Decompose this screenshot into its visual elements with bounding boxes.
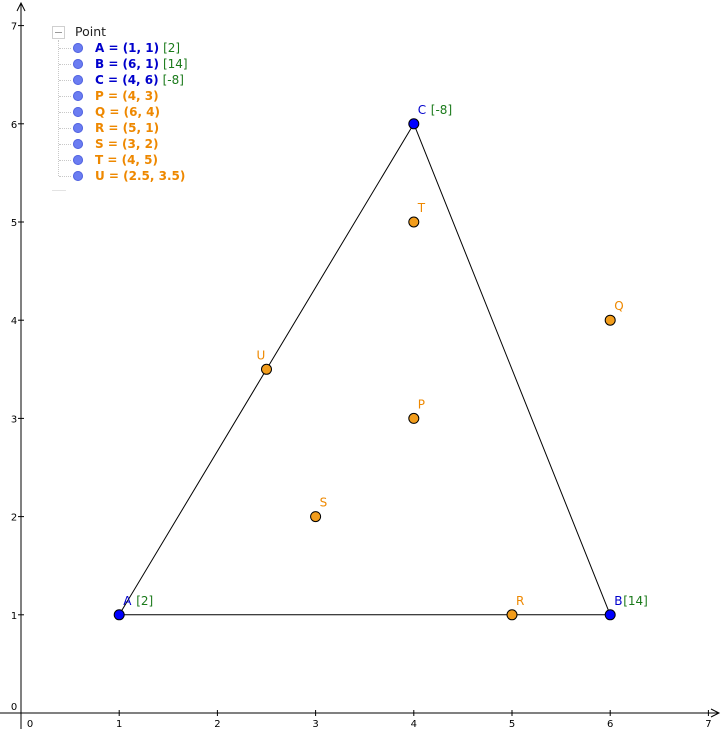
triangle-abc — [118, 123, 611, 616]
algebra-item[interactable]: U = (2.5, 3.5) — [50, 168, 188, 184]
algebra-item-tag: [2] — [163, 41, 181, 55]
point-u[interactable] — [261, 363, 272, 375]
visibility-toggle-icon[interactable] — [73, 171, 83, 181]
algebra-item-definition: B = (6, 1) — [95, 57, 159, 71]
algebra-item[interactable]: Q = (6, 4) — [50, 104, 188, 120]
point-label: S — [320, 496, 328, 510]
visibility-toggle-icon[interactable] — [73, 107, 83, 117]
algebra-item[interactable]: C = (4, 6) [-8] — [50, 72, 188, 88]
y-tick-label: 5 — [11, 218, 17, 229]
point-label: A — [123, 594, 132, 608]
algebra-group-header[interactable]: Point — [50, 24, 188, 40]
algebra-item-definition: S = (3, 2) — [95, 137, 159, 151]
point-s[interactable] — [310, 511, 322, 523]
y-tick-label: 3 — [11, 414, 17, 425]
point-tag: [-8] — [431, 103, 452, 117]
visibility-toggle-icon[interactable] — [73, 43, 83, 53]
tree-end-line — [52, 184, 66, 191]
algebra-item-definition: T = (4, 5) — [95, 153, 158, 167]
algebra-item[interactable]: P = (4, 3) — [50, 88, 188, 104]
x-tick-label: 3 — [312, 719, 318, 730]
visibility-toggle-icon[interactable] — [73, 59, 83, 69]
point-tag: [2] — [136, 594, 153, 608]
algebra-item-definition: P = (4, 3) — [95, 89, 159, 103]
y-tick-label: 6 — [11, 120, 17, 131]
visibility-toggle-icon[interactable] — [73, 91, 83, 101]
x-tick-label: 4 — [411, 719, 417, 730]
x-tick-label: 2 — [214, 719, 220, 730]
point-label: U — [257, 348, 266, 362]
point-tag: [14] — [623, 594, 648, 608]
x-tick-label: 1 — [116, 719, 122, 730]
point-label: Q — [614, 299, 623, 313]
point-q[interactable] — [604, 314, 616, 326]
algebra-item[interactable]: A = (1, 1) [2] — [50, 40, 188, 56]
algebra-item-definition: A = (1, 1) — [95, 41, 160, 55]
point-b[interactable] — [604, 609, 616, 621]
point-label: C — [418, 103, 426, 117]
visibility-toggle-icon[interactable] — [73, 123, 83, 133]
y-tick-label: 2 — [11, 513, 17, 524]
y-tick-label: 7 — [11, 22, 17, 33]
algebra-item-list: A = (1, 1) [2] B = (6, 1) [14] C = (4, 6) [-8… — [50, 40, 188, 184]
y-tick-label: 0 — [11, 702, 17, 713]
y-tick-label: 1 — [11, 611, 17, 622]
algebra-view: Point A = (1, 1) [2] B = (6, 1) [14] C = (4,… — [50, 24, 188, 191]
visibility-toggle-icon[interactable] — [73, 75, 83, 85]
algebra-item[interactable]: R = (5, 1) — [50, 120, 188, 136]
y-tick-label: 4 — [11, 316, 17, 327]
collapse-icon[interactable] — [52, 25, 65, 39]
point-c[interactable] — [408, 118, 420, 130]
segment-bc[interactable] — [413, 123, 611, 615]
algebra-item-definition: U = (2.5, 3.5) — [95, 169, 186, 183]
points-layer: A [2] B [14] C [-8] P Q R S T U — [113, 103, 648, 621]
point-label: P — [418, 397, 425, 411]
x-tick-label: 0 — [27, 719, 33, 730]
algebra-item-definition: Q = (6, 4) — [95, 105, 161, 119]
visibility-toggle-icon[interactable] — [73, 139, 83, 149]
point-p[interactable] — [408, 412, 420, 424]
visibility-toggle-icon[interactable] — [73, 155, 83, 165]
x-tick-label: 6 — [607, 719, 613, 730]
point-a[interactable] — [113, 609, 125, 621]
algebra-item[interactable]: B = (6, 1) [14] — [50, 56, 188, 72]
point-label: T — [417, 201, 426, 215]
x-tick-label: 5 — [509, 719, 515, 730]
point-label: B — [614, 594, 622, 608]
algebra-item[interactable]: S = (3, 2) — [50, 136, 188, 152]
x-tick-label: 7 — [705, 719, 711, 730]
point-t[interactable] — [408, 216, 420, 228]
algebra-group-title: Point — [75, 24, 107, 39]
point-r[interactable] — [506, 609, 518, 621]
algebra-item[interactable]: T = (4, 5) — [50, 152, 188, 168]
algebra-item-tag: [14] — [162, 57, 188, 71]
algebra-item-definition: C = (4, 6) — [95, 73, 159, 87]
algebra-item-definition: R = (5, 1) — [95, 121, 160, 135]
algebra-item-tag: [-8] — [162, 73, 184, 87]
point-label: R — [516, 594, 524, 608]
